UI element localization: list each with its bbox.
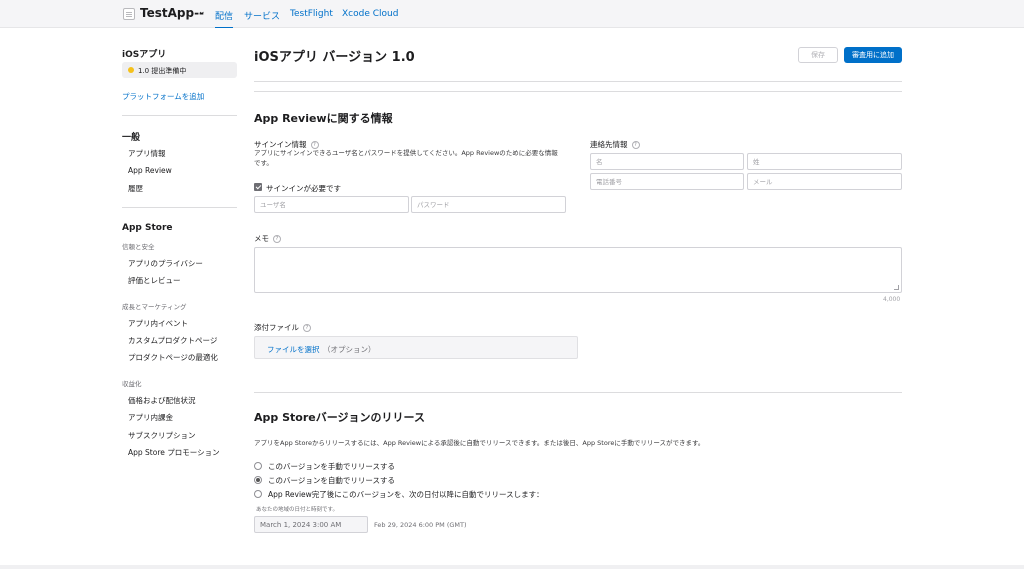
last-name-input[interactable] — [747, 153, 902, 170]
chevron-down-icon[interactable]: ⌄ — [198, 7, 206, 17]
sidebar-general-title: 一般 — [122, 133, 141, 143]
save-button[interactable]: 保存 — [798, 47, 838, 63]
release-scheduled-radio[interactable] — [254, 490, 262, 498]
sidebar-item-app-store-promotions[interactable]: App Store プロモーション — [128, 447, 220, 458]
sidebar-group-trust: 信頼と安全 — [122, 243, 155, 251]
tab-distribution[interactable]: 配信 — [215, 9, 234, 28]
file-upload-box[interactable]: ファイルを選択 （オプション） — [254, 336, 578, 359]
contact-label: 連絡先情報 — [590, 140, 628, 149]
sidebar-item-ratings-reviews[interactable]: 評価とレビュー — [128, 275, 181, 286]
sidebar-item-in-app-events[interactable]: アプリ内イベント — [128, 318, 188, 329]
add-platform-link[interactable]: プラットフォームを追加 — [122, 91, 204, 102]
release-manual-label: このバージョンを手動でリリースする — [268, 462, 395, 471]
tab-xcode-cloud[interactable]: Xcode Cloud — [342, 9, 398, 19]
email-input[interactable] — [747, 173, 902, 190]
tab-testflight[interactable]: TestFlight — [290, 9, 333, 19]
sidebar-group-growth: 成長とマーケティング — [122, 303, 187, 311]
sidebar-item-pricing[interactable]: 価格および配信状況 — [128, 395, 196, 406]
sidebar-appstore-title: App Store — [122, 223, 173, 233]
help-icon[interactable]: ? — [273, 235, 281, 243]
sidebar-item-app-review[interactable]: App Review — [128, 166, 172, 175]
footer-bar — [0, 565, 1024, 569]
memo-char-counter: 4,000 — [883, 296, 901, 303]
sidebar-item-subscriptions[interactable]: サブスクリプション — [128, 430, 196, 441]
divider — [254, 392, 902, 393]
memo-textarea[interactable] — [254, 247, 902, 293]
help-icon[interactable]: ? — [631, 141, 640, 149]
local-date-note: あなたの地域の日付と時刻です。 — [256, 507, 338, 513]
app-store-connect-page: TestApp-- ⌄ 配信 サービス TestFlight Xcode Clo… — [0, 0, 1024, 569]
help-icon[interactable]: ? — [303, 324, 311, 332]
review-section-title: App Reviewに関する情報 — [254, 112, 393, 125]
status-dot-icon — [128, 67, 134, 73]
release-scheduled-label: App Review完了後にこのバージョンを、次の日付以降に自動でリリースします… — [268, 490, 544, 499]
signin-description: アプリにサインインできるユーザ名とパスワードを提供してください。App Revi… — [254, 149, 558, 167]
choose-file-link[interactable]: ファイルを選択 — [267, 344, 320, 355]
sidebar-group-monetization: 収益化 — [122, 380, 142, 388]
tab-services[interactable]: サービス — [244, 9, 280, 22]
signin-required-label: サインインが必要です — [266, 184, 341, 193]
signin-required-checkbox[interactable] — [254, 183, 262, 191]
attachment-label-row: 添付ファイル? — [254, 322, 311, 333]
app-icon — [123, 8, 135, 20]
sidebar-item-app-privacy[interactable]: アプリのプライバシー — [128, 258, 203, 269]
sidebar-platform-title: iOSアプリ — [122, 50, 167, 60]
page-title: iOSアプリ バージョン 1.0 — [254, 50, 415, 65]
release-manual-radio[interactable] — [254, 462, 262, 470]
resize-handle-icon[interactable] — [894, 285, 899, 290]
attachment-label: 添付ファイル — [254, 323, 299, 332]
top-nav-bar: TestApp-- ⌄ 配信 サービス TestFlight Xcode Clo… — [0, 0, 1024, 28]
sidebar-item-product-page-optimization[interactable]: プロダクトページの最適化 — [128, 352, 218, 363]
divider — [254, 91, 902, 92]
first-name-input[interactable] — [590, 153, 744, 170]
release-auto-radio[interactable] — [254, 476, 262, 484]
gmt-date-label: Feb 29, 2024 6:00 PM (GMT) — [374, 521, 467, 529]
contact-label-row: 連絡先情報? — [590, 139, 640, 150]
sidebar-item-history[interactable]: 履歴 — [128, 183, 143, 194]
password-input[interactable] — [411, 196, 566, 213]
sidebar-item-in-app-purchases[interactable]: アプリ内課金 — [128, 412, 173, 423]
release-date-input[interactable]: March 1, 2024 3:00 AM — [254, 516, 368, 533]
memo-label: メモ — [254, 234, 269, 243]
add-for-review-button[interactable]: 審査用に追加 — [844, 47, 902, 63]
divider — [254, 81, 902, 82]
sidebar-item-custom-product-pages[interactable]: カスタムプロダクトページ — [128, 335, 217, 346]
memo-label-row: メモ? — [254, 233, 281, 244]
sidebar-divider — [122, 115, 237, 116]
username-input[interactable] — [254, 196, 409, 213]
app-name[interactable]: TestApp-- — [140, 6, 204, 20]
sidebar-item-app-info[interactable]: アプリ情報 — [128, 148, 166, 159]
version-status-item[interactable]: 1.0 提出準備中 — [122, 62, 237, 78]
release-description: アプリをApp Storeからリリースするには、App Reviewによる承認後… — [254, 439, 705, 447]
sidebar-divider — [122, 207, 237, 208]
release-auto-label: このバージョンを自動でリリースする — [268, 476, 395, 485]
phone-input[interactable] — [590, 173, 744, 190]
version-status-label: 1.0 提出準備中 — [138, 67, 187, 75]
optional-label: （オプション） — [323, 345, 376, 354]
release-section-title: App Storeバージョンのリリース — [254, 411, 425, 424]
